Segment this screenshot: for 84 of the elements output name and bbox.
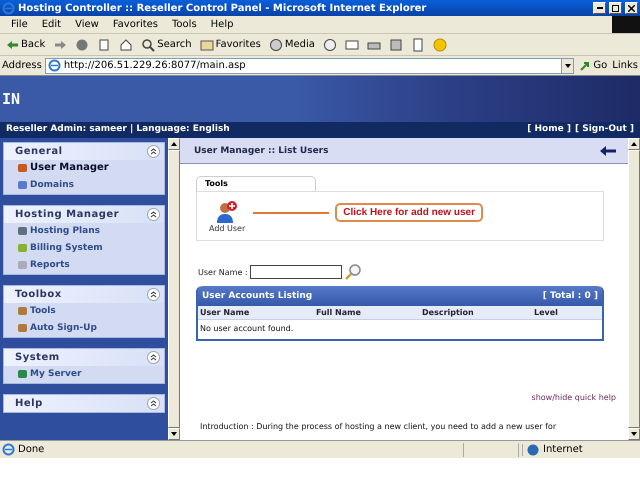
- toolbar-button[interactable]: Search: [139, 34, 194, 54]
- toolbar-button[interactable]: Favorites: [198, 34, 263, 54]
- dropdown-button[interactable]: [561, 58, 574, 72]
- section-title: General: [15, 146, 62, 157]
- menu-item[interactable]: Edit: [34, 19, 68, 30]
- page-icon: [48, 59, 61, 72]
- page-icon: [2, 443, 15, 456]
- minimize-icon: [596, 7, 602, 9]
- collapse-icon: [150, 400, 157, 407]
- page-heading: User Manager :: List Users: [194, 146, 328, 156]
- scroll-down-icon: [631, 432, 637, 436]
- scroll-down-icon: [564, 64, 571, 68]
- address-field[interactable]: http://206.51.229.26:8077/main.asp: [44, 58, 574, 74]
- banner-title: IN: [2, 90, 20, 108]
- close-icon: [628, 4, 635, 12]
- username-field[interactable]: [250, 265, 342, 279]
- sidebar-item[interactable]: My Server: [4, 366, 164, 383]
- home-icon: [119, 38, 134, 52]
- sidebar-item[interactable]: Billing System: [4, 240, 164, 257]
- zone-text: Internet: [543, 444, 583, 455]
- scroll-up-icon: [631, 142, 637, 146]
- column-header: User Name: [200, 308, 250, 317]
- intro-text: Introduction : During the process of hosting a new client, you need to add a new user for: [200, 422, 558, 431]
- maximize-icon: [612, 4, 619, 12]
- field-label: User Name :: [198, 268, 248, 276]
- go-arrow-icon: [579, 60, 592, 72]
- section-title: System: [15, 352, 60, 363]
- add-user-button[interactable]: Add User: [209, 200, 246, 232]
- quick-help-link[interactable]: show/hide quick help: [532, 393, 616, 402]
- toolbar-button[interactable]: Back: [3, 34, 48, 54]
- collapse-icon: [150, 148, 157, 155]
- go-button[interactable]: Go: [577, 56, 610, 76]
- listing-title: User Accounts Listing: [202, 291, 312, 301]
- sidebar-item[interactable]: Reports: [4, 257, 164, 274]
- window-title: Hosting Controller :: Reseller Control Panel - Microsoft Internet Explorer: [18, 2, 428, 14]
- collapse-button[interactable]: [147, 288, 160, 301]
- toolbar-button[interactable]: Media: [266, 34, 317, 54]
- column-header: Description: [422, 308, 475, 317]
- collapse-button[interactable]: [147, 397, 160, 410]
- maximize-button[interactable]: [609, 2, 622, 14]
- collapse-button[interactable]: [147, 208, 160, 221]
- header-link[interactable]: [ Home ]: [527, 124, 571, 134]
- envelope-icon: [344, 38, 359, 52]
- total-count: [ Total : 0 ]: [542, 291, 598, 301]
- menu-item[interactable]: Favorites: [106, 19, 166, 30]
- sidebar-item[interactable]: Tools: [4, 303, 164, 320]
- collapse-button[interactable]: [147, 145, 160, 158]
- sidebar-item[interactable]: User Manager: [4, 160, 164, 177]
- menu-item[interactable]: View: [68, 19, 106, 30]
- header-link[interactable]: [ Sign-Out ]: [574, 124, 634, 134]
- column-header: Full Name: [316, 308, 362, 317]
- address-label: Address: [2, 60, 42, 71]
- callout: Click Here for add new user: [335, 202, 483, 222]
- scroll-down-icon: [171, 432, 177, 436]
- scrollbar[interactable]: [168, 138, 180, 440]
- tools-tab[interactable]: Tools: [196, 176, 316, 191]
- collapse-icon: [150, 291, 157, 298]
- collapse-button[interactable]: [147, 351, 160, 364]
- section-title: Help: [15, 398, 43, 409]
- user-info: Reseller Admin: sameer | Language: English: [6, 124, 231, 134]
- collapse-icon: [150, 211, 157, 218]
- sidebar-item[interactable]: Hosting Plans: [4, 223, 164, 240]
- close-button[interactable]: [625, 2, 638, 14]
- scroll-up-icon: [171, 142, 177, 146]
- menu-item[interactable]: File: [4, 19, 35, 30]
- search-icon: [141, 38, 156, 52]
- browser-logo-icon: [2, 2, 15, 14]
- minimize-button[interactable]: [593, 2, 606, 14]
- collapse-icon: [150, 354, 157, 361]
- menu-item[interactable]: Tools: [165, 19, 204, 30]
- scrollbar[interactable]: [628, 138, 640, 440]
- links-label[interactable]: Links: [612, 60, 638, 71]
- search-icon[interactable]: [344, 263, 362, 281]
- back-arrow-icon[interactable]: [600, 146, 616, 156]
- column-header: Level: [534, 308, 559, 317]
- add-user-icon: [216, 200, 238, 224]
- sidebar-item[interactable]: Domains: [4, 177, 164, 194]
- sidebar-item[interactable]: Auto Sign-Up: [4, 320, 164, 337]
- empty-message: No user account found.: [199, 323, 294, 335]
- section-title: Toolbox: [15, 289, 62, 300]
- document-icon: [410, 38, 425, 52]
- menu-item[interactable]: Help: [204, 19, 240, 30]
- section-title: Hosting Manager: [15, 209, 120, 220]
- status-text: Done: [18, 444, 44, 455]
